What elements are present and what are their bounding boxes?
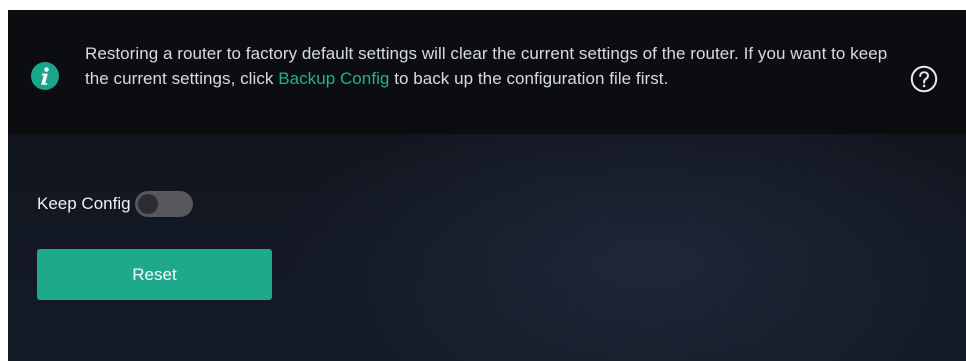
keep-config-row: Keep Config: [37, 190, 193, 218]
keep-config-toggle[interactable]: [134, 191, 193, 217]
reset-warning-text: Restoring a router to factory default se…: [85, 41, 905, 91]
reset-button[interactable]: Reset: [37, 249, 272, 300]
notice-text-after: to back up the configuration file first.: [389, 69, 669, 88]
toggle-knob: [137, 194, 158, 214]
reset-warning-notice: Restoring a router to factory default se…: [8, 10, 966, 134]
info-icon: [31, 62, 59, 90]
factory-reset-panel: Restoring a router to factory default se…: [8, 10, 966, 361]
backup-config-link[interactable]: Backup Config: [278, 69, 389, 88]
help-question-icon[interactable]: [910, 65, 938, 93]
keep-config-label: Keep Config: [37, 194, 131, 213]
